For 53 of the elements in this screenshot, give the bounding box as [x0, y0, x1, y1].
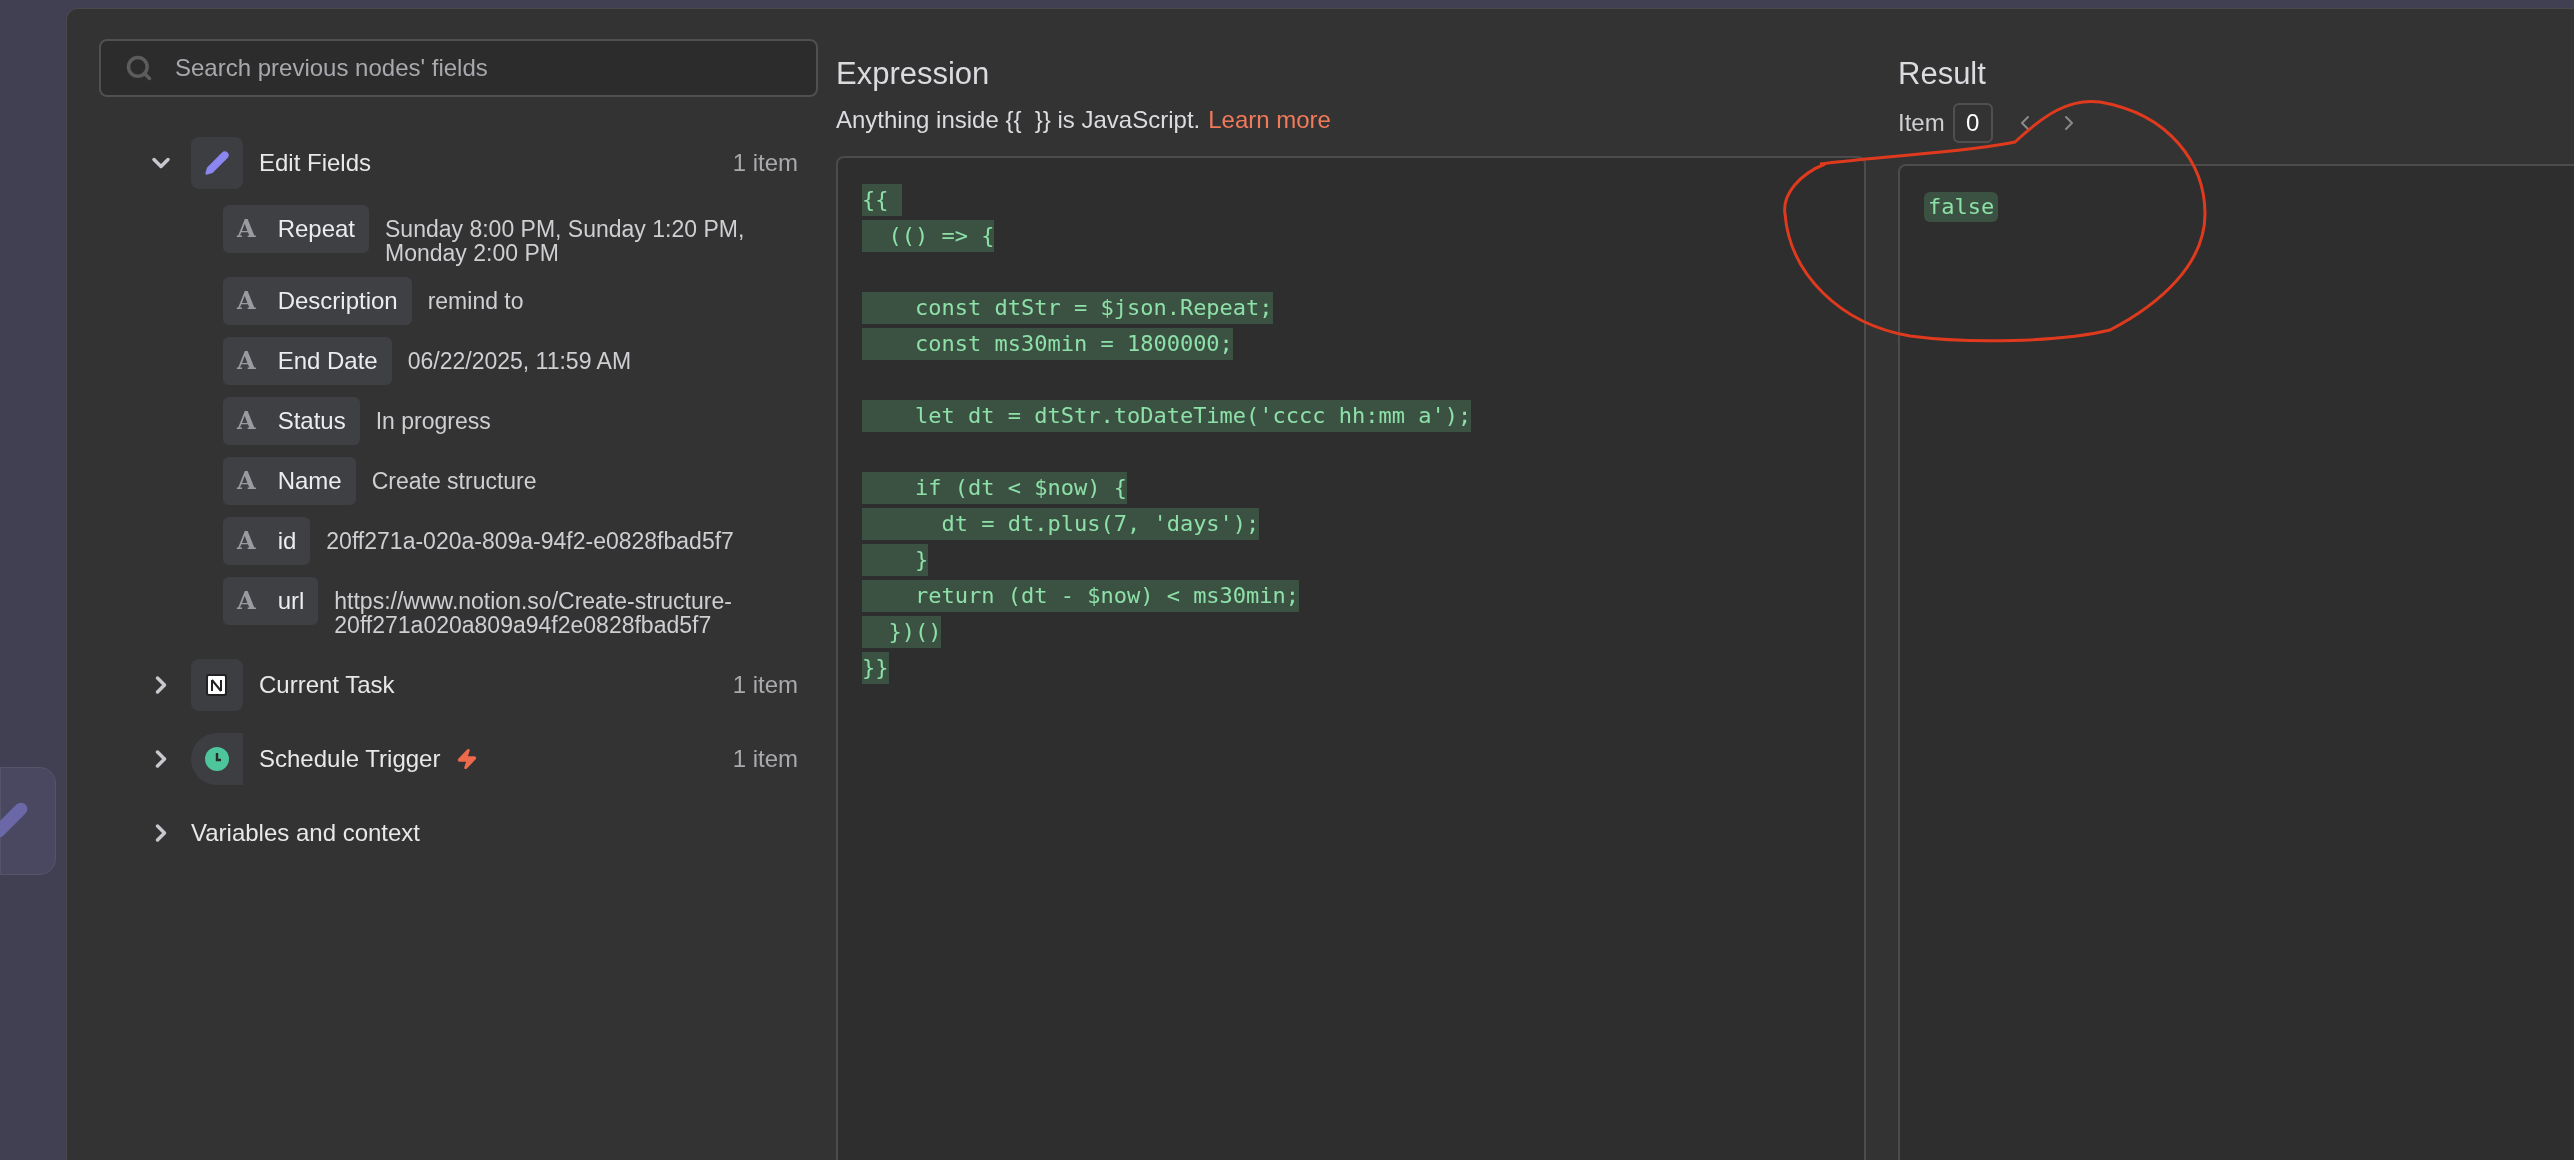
expression-title: Expression: [836, 55, 991, 93]
expression-hint: Anything inside {{ }} is JavaScript.: [836, 104, 1201, 135]
field-value: In progress: [375, 407, 491, 433]
node-row[interactable]: Schedule Trigger 1 item: [147, 727, 798, 791]
code-editor[interactable]: {{ (() => { const dtStr = $json.Repeat; const ms30min = 1800000; let dt = dtStr.toDateTime('cccc hh:mm a'); if (dt < $now) { dt = dt.plus(7, 'days'); } return (dt - $now) < ms30min; })() }}: [836, 155, 1866, 1160]
field-name: Description: [277, 286, 398, 316]
clock-icon: [204, 746, 230, 772]
result-value: false: [1924, 191, 1999, 222]
field-chip[interactable]: A Repeat: [223, 205, 369, 253]
cube-logo-icon: [204, 672, 230, 698]
item-count: 1 item: [732, 670, 798, 700]
field-name: id: [277, 526, 297, 556]
field-chip[interactable]: A End Date: [223, 337, 392, 385]
field-chip[interactable]: A url: [223, 577, 319, 625]
string-type-icon: A: [237, 283, 256, 319]
node-name: Current Task: [259, 670, 395, 700]
result-title: Result: [1898, 55, 1987, 93]
field-value: https://www.notion.so/Create-structure-20ff271a020a809a94f2e0828fbad5f7: [334, 587, 733, 637]
field-name: Repeat: [277, 214, 355, 244]
node-row[interactable]: Edit Fields 1 item: [147, 131, 798, 195]
string-type-icon: A: [237, 343, 256, 379]
search-field[interactable]: Search previous nodes' fields: [99, 39, 818, 97]
field-value: remind to: [427, 287, 524, 313]
string-type-icon: A: [237, 523, 256, 559]
string-type-icon: A: [237, 583, 256, 619]
search-icon: [125, 54, 153, 82]
field-name: Status: [277, 406, 346, 436]
field-value: Sunday 8:00 PM, Sunday 1:20 PM, Monday 2:00 PM: [385, 215, 746, 265]
pencil-icon: [204, 150, 230, 176]
lightning-icon: [456, 746, 479, 772]
node-row[interactable]: Current Task 1 item: [147, 653, 798, 717]
field-value: 20ff271a-020a-809a-94f2-e0828fbad5f7: [326, 527, 734, 553]
string-type-icon: A: [237, 463, 256, 499]
field-value: Create structure: [371, 467, 537, 493]
field-name: End Date: [277, 346, 378, 376]
node-name: Edit Fields: [259, 148, 372, 178]
node-name: Schedule Trigger: [259, 744, 441, 774]
string-type-icon: A: [237, 403, 256, 439]
item-count: 1 item: [732, 744, 798, 774]
field-chip[interactable]: A Description: [223, 277, 412, 325]
field-name: url: [277, 586, 305, 616]
field-name: Name: [277, 466, 342, 496]
item-count: 1 item: [732, 148, 798, 178]
field-chip[interactable]: A Status: [223, 397, 360, 445]
canvas-node[interactable]: [0, 767, 56, 875]
item-label: Item: [1898, 107, 1945, 138]
variables-row[interactable]: Variables and context: [147, 801, 798, 865]
string-type-icon: A: [237, 211, 256, 247]
learn-more-link[interactable]: Learn more: [1208, 101, 1331, 138]
field-chip[interactable]: A id: [223, 517, 311, 565]
field-chip[interactable]: A Name: [223, 457, 356, 505]
field-value: 06/22/2025, 11:59 AM: [407, 347, 632, 373]
item-index-field[interactable]: 0: [1952, 102, 1993, 143]
